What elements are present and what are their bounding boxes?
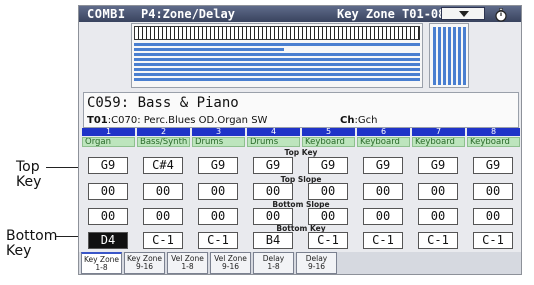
velocity-bar: [458, 27, 461, 85]
tab-delay-9-16[interactable]: Delay 9-16: [296, 252, 337, 274]
timbre-type: Bass/Synth: [137, 137, 190, 147]
zone-bar: [134, 48, 284, 51]
bottom-key-callout: Bottom Key: [6, 228, 58, 259]
velocity-zone-overview: [429, 23, 469, 88]
top-slope-field[interactable]: 00: [253, 183, 293, 200]
timbre-type: Drums: [192, 137, 245, 147]
keyboard-icon: [134, 26, 420, 40]
velocity-bar: [433, 27, 436, 85]
timbre-type: Keyboard: [467, 137, 520, 147]
timbre-type: Drums: [247, 137, 300, 147]
timbre-program: T01:C070: Perc.Blues OD.Organ SW: [87, 115, 268, 126]
zone-bar: [134, 63, 420, 66]
top-key-field[interactable]: G9: [308, 157, 348, 174]
timbre-number: 6: [357, 128, 410, 136]
top-slope-field[interactable]: 00: [143, 183, 183, 200]
stopwatch-glyph: [495, 8, 507, 22]
top-slope-field[interactable]: 00: [363, 183, 403, 200]
timbre-type: Keyboard: [302, 137, 355, 147]
bottom-slope-field[interactable]: 00: [143, 208, 183, 225]
velocity-bar: [448, 27, 451, 85]
bottom-slope-field[interactable]: 00: [418, 208, 458, 225]
bottom-slope-field[interactable]: 00: [363, 208, 403, 225]
bottom-slope-field[interactable]: 00: [253, 208, 293, 225]
tab-delay-1-8[interactable]: Delay 1-8: [253, 252, 294, 274]
velocity-bar: [443, 27, 446, 85]
screen: COMBI P4:Zone/Delay Key Zone T01-08 C059…: [78, 5, 522, 275]
page-tabs: Key Zone 1-8 Key Zone 9-16 Vel Zone 1-8 Vel…: [79, 252, 521, 274]
top-key-field[interactable]: G9: [253, 157, 293, 174]
zone-bar: [134, 73, 420, 76]
top-slope-field[interactable]: 00: [88, 183, 128, 200]
top-key-callout: Top Key: [16, 159, 42, 190]
stopwatch-icon[interactable]: [493, 7, 509, 22]
zone-bars: [134, 43, 420, 85]
program-info: C059: Bass & Piano T01:C070: Perc.Blues …: [83, 92, 519, 128]
bottom-slope-field[interactable]: 00: [473, 208, 513, 225]
top-key-field[interactable]: C#4: [143, 157, 183, 174]
timbre-number: 3: [192, 128, 245, 136]
tab-vel-zone-9-16[interactable]: Vel Zone 9-16: [210, 252, 251, 274]
zone-bar: [134, 78, 420, 81]
bottom-key-field[interactable]: C-1: [198, 232, 238, 249]
tab-key-zone-1-8[interactable]: Key Zone 1-8: [81, 252, 122, 274]
bottom-slope-field[interactable]: 00: [198, 208, 238, 225]
zone-bar: [134, 58, 420, 61]
velocity-bar: [438, 27, 441, 85]
timbre-number: 8: [467, 128, 520, 136]
page-menu-button[interactable]: [441, 7, 485, 20]
timbre-type: Keyboard: [412, 137, 465, 147]
timbre-type: Organ: [82, 137, 135, 147]
bottom-key-field[interactable]: C-1: [363, 232, 403, 249]
bottom-slope-field[interactable]: 00: [88, 208, 128, 225]
velocity-bar: [453, 27, 456, 85]
top-slope-field[interactable]: 00: [198, 183, 238, 200]
timbre-type: Keyboard: [357, 137, 410, 147]
bottom-key-field[interactable]: C-1: [308, 232, 348, 249]
velocity-bar: [463, 27, 466, 85]
page-title: P4:Zone/Delay: [141, 7, 235, 21]
zone-bar: [134, 43, 420, 46]
top-key-field[interactable]: G9: [198, 157, 238, 174]
tab-key-zone-9-16[interactable]: Key Zone 9-16: [124, 252, 165, 274]
top-slope-field[interactable]: 00: [473, 183, 513, 200]
timbre-number: 5: [302, 128, 355, 136]
top-slope-field[interactable]: 00: [418, 183, 458, 200]
top-key-field[interactable]: G9: [418, 157, 458, 174]
title-bar: COMBI P4:Zone/Delay Key Zone T01-08: [79, 6, 521, 22]
top-key-field[interactable]: G9: [473, 157, 513, 174]
bottom-key-field[interactable]: D4: [88, 232, 128, 249]
top-key-field[interactable]: G9: [363, 157, 403, 174]
top-slope-field[interactable]: 00: [308, 183, 348, 200]
row-label-top-key: Top Key: [284, 148, 318, 157]
bottom-slope-field[interactable]: 00: [308, 208, 348, 225]
bottom-key-field[interactable]: C-1: [473, 232, 513, 249]
timbre-number: 2: [137, 128, 190, 136]
combi-name[interactable]: C059: Bass & Piano: [87, 95, 239, 111]
timbre-number: 4: [247, 128, 300, 136]
timbre-channel: Ch:Gch: [340, 115, 378, 126]
tab-vel-zone-1-8[interactable]: Vel Zone 1-8: [167, 252, 208, 274]
timbre-number: 7: [412, 128, 465, 136]
zone-bar: [134, 68, 420, 71]
top-key-field[interactable]: G9: [88, 157, 128, 174]
timbre-number: 1: [82, 128, 135, 136]
bottom-key-field[interactable]: C-1: [418, 232, 458, 249]
bottom-key-field[interactable]: C-1: [143, 232, 183, 249]
mode-label: COMBI: [87, 7, 126, 21]
subpage-title: Key Zone T01-08: [337, 7, 446, 21]
bottom-key-field[interactable]: B4: [253, 232, 293, 249]
zone-bar: [134, 53, 420, 56]
key-zone-overview: [131, 23, 423, 88]
